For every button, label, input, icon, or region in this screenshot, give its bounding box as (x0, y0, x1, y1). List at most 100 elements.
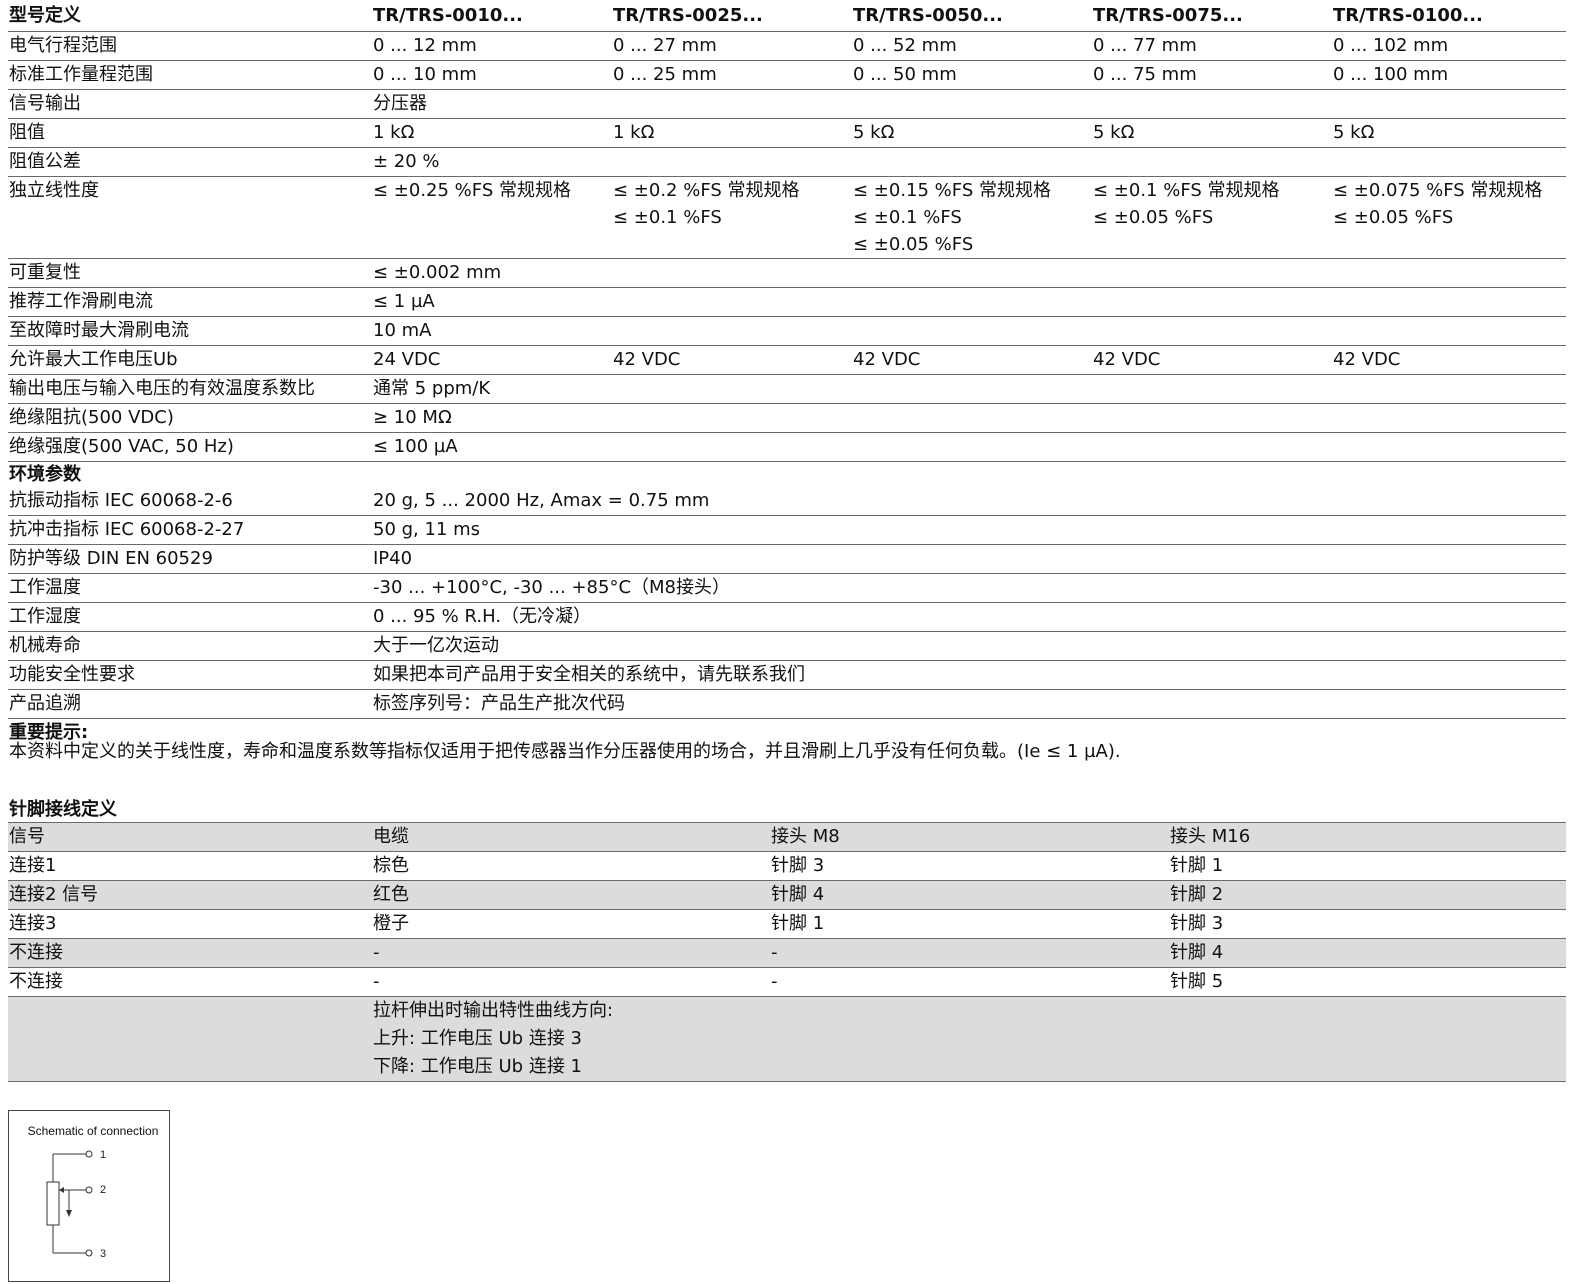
cell-line: 针脚 1 (771, 913, 825, 934)
spec-value (1332, 374, 1566, 404)
spec-value: 0 ... 12 mm (372, 31, 612, 61)
spec-value (612, 374, 852, 404)
spec-label: 独立线性度 (8, 176, 372, 259)
spec-value: 20 g, 5 ... 2000 Hz, Amax = 0.75 mm (372, 487, 710, 516)
model-header-row: 型号定义 TR/TRS-0010... TR/TRS-0025... TR/TRS-0… (8, 0, 1566, 32)
cell-line: 通常 5 ppm/K (373, 378, 491, 399)
cell-line: 0 ... 50 mm (853, 64, 957, 85)
pin-cell: 针脚 3 (1169, 909, 1566, 939)
cell-line: ≤ ±0.1 %FS 常规规格 (1093, 180, 1280, 201)
pin-cell: 针脚 4 (770, 880, 1169, 910)
spec-value (852, 487, 1092, 516)
cell-line: 针脚 4 (771, 884, 825, 905)
spec-value (612, 515, 852, 545)
cell-line: 5 kΩ (1093, 122, 1135, 143)
spec-row: 允许最大工作电压Ub 24 VDC 42 VDC 42 VDC 42 VDC 42 VDC (8, 345, 1566, 375)
spec-value (852, 631, 1092, 661)
spec-value: 1 kΩ (612, 118, 852, 148)
spec-label: 标准工作量程范围 (8, 60, 372, 90)
cell-line: 0 ... 25 mm (613, 64, 717, 85)
spec-label: 至故障时最大滑刷电流 (8, 316, 372, 346)
cell-line: 棕色 (373, 855, 409, 876)
cell-line: ≤ ±0.2 %FS 常规规格 (613, 180, 800, 201)
model-header: TR/TRS-0100... (1332, 0, 1566, 32)
spec-label: 可重复性 (8, 258, 372, 288)
spec-value: 0 ... 27 mm (612, 31, 852, 61)
cell-line: ≤ ±0.1 %FS (613, 207, 722, 228)
spec-value (612, 316, 852, 346)
cell-line: ≤ ±0.15 %FS 常规规格 (853, 180, 1051, 201)
spec-value: ≤ 100 µA (372, 432, 612, 462)
spec-label: 工作湿度 (8, 602, 372, 632)
spec-value: 标签序列号：产品生产批次代码 (372, 689, 625, 719)
spec-value (852, 403, 1092, 433)
cell-line: ± 20 % (373, 151, 440, 172)
cell-line: ≤ 100 µA (373, 436, 458, 457)
pin-row: 不连接 - - 针脚 4 (8, 938, 1566, 968)
spec-value: 0 ... 50 mm (852, 60, 1092, 90)
pin-cell: 接头 M8 (770, 822, 1169, 852)
spec-row: 抗冲击指标 IEC 60068-2-27 50 g, 11 ms (8, 515, 1566, 545)
spec-value (1092, 689, 1332, 719)
spec-label: 允许最大工作电压Ub (8, 345, 372, 375)
spec-value: ≤ 1 µA (372, 287, 612, 317)
spec-value: 0 ... 95 % R.H.（无冷凝） (372, 602, 612, 632)
pin-cell: 针脚 1 (1169, 851, 1566, 881)
cell-line: 0 ... 77 mm (1093, 35, 1197, 56)
spec-row: 阻值 1 kΩ 1 kΩ 5 kΩ 5 kΩ 5 kΩ (8, 118, 1566, 148)
cell-line: - (373, 942, 380, 963)
cell-line: ≤ ±0.05 %FS (1333, 207, 1454, 228)
cell-line: 1 kΩ (613, 122, 655, 143)
cell-line: 10 mA (373, 320, 432, 341)
spec-value: 大于一亿次运动 (372, 631, 612, 661)
cell-line: 0 ... 95 % R.H.（无冷凝） (373, 606, 592, 627)
spec-row: 绝缘阻抗(500 VDC) ≥ 10 MΩ (8, 403, 1566, 433)
spec-row: 抗振动指标 IEC 60068-2-6 20 g, 5 ... 2000 Hz, … (8, 487, 1566, 516)
spec-value (1092, 89, 1332, 119)
cell-line: 20 g, 5 ... 2000 Hz, Amax = 0.75 mm (373, 490, 710, 511)
spec-value (1092, 631, 1332, 661)
spec-value: ± 20 % (372, 147, 612, 177)
cell-line: 橙子 (373, 913, 409, 934)
cell-line: - (771, 971, 778, 992)
spec-row: 防护等级 DIN EN 60529 IP40 (8, 544, 1566, 574)
pin-assignment-title: 针脚接线定义 (9, 799, 117, 820)
cell-line: ≤ ±0.002 mm (373, 262, 502, 283)
spec-value (852, 515, 1092, 545)
spec-value (1332, 258, 1566, 288)
spec-label: 抗冲击指标 IEC 60068-2-27 (8, 515, 372, 545)
cell-line: ≤ ±0.075 %FS 常规规格 (1333, 180, 1543, 201)
cell-line: 0 ... 100 mm (1333, 64, 1449, 85)
spec-value: 0 ... 100 mm (1332, 60, 1566, 90)
pin-cell: 不连接 (8, 938, 372, 968)
cell-line: 24 VDC (373, 349, 441, 370)
spec-value (1092, 660, 1332, 690)
spec-value (1092, 432, 1332, 462)
cell-line: ≥ 10 MΩ (373, 407, 452, 428)
pin-cell: 连接3 (8, 909, 372, 939)
spec-label: 输出电压与输入电压的有效温度系数比 (8, 374, 372, 404)
model-header: TR/TRS-0075... (1092, 0, 1332, 32)
spec-value (852, 660, 1092, 690)
specification-table: 型号定义 TR/TRS-0010... TR/TRS-0025... TR/TRS-0… (8, 0, 1566, 719)
spec-value (1092, 316, 1332, 346)
cell-line: 针脚 4 (1170, 942, 1224, 963)
pin-cell: - (372, 938, 770, 968)
spec-value: 42 VDC (1092, 345, 1332, 375)
spec-row: 绝缘强度(500 VAC, 50 Hz) ≤ 100 µA (8, 432, 1566, 462)
spec-value: 42 VDC (852, 345, 1092, 375)
spec-value: ≤ ±0.1 %FS 常规规格 ≤ ±0.05 %FS (1092, 176, 1332, 259)
cell-line: 下降: 工作电压 Ub 连接 1 (373, 1056, 583, 1077)
connection-schematic: Schematic of connection 1 2 3 (8, 1110, 170, 1282)
cell-line: 针脚 3 (1170, 913, 1224, 934)
cell-line: 50 g, 11 ms (373, 519, 481, 540)
pin-cell: 不连接 (8, 967, 372, 997)
spec-value: 42 VDC (612, 345, 852, 375)
spec-row: 工作湿度 0 ... 95 % R.H.（无冷凝） (8, 602, 1566, 632)
spec-value: 42 VDC (1332, 345, 1566, 375)
section-row: 环境参数 (8, 462, 1566, 488)
spec-value (852, 573, 1092, 603)
cell-line: ≤ 1 µA (373, 291, 435, 312)
spec-value (612, 631, 852, 661)
pin-cell: 棕色 (372, 851, 770, 881)
